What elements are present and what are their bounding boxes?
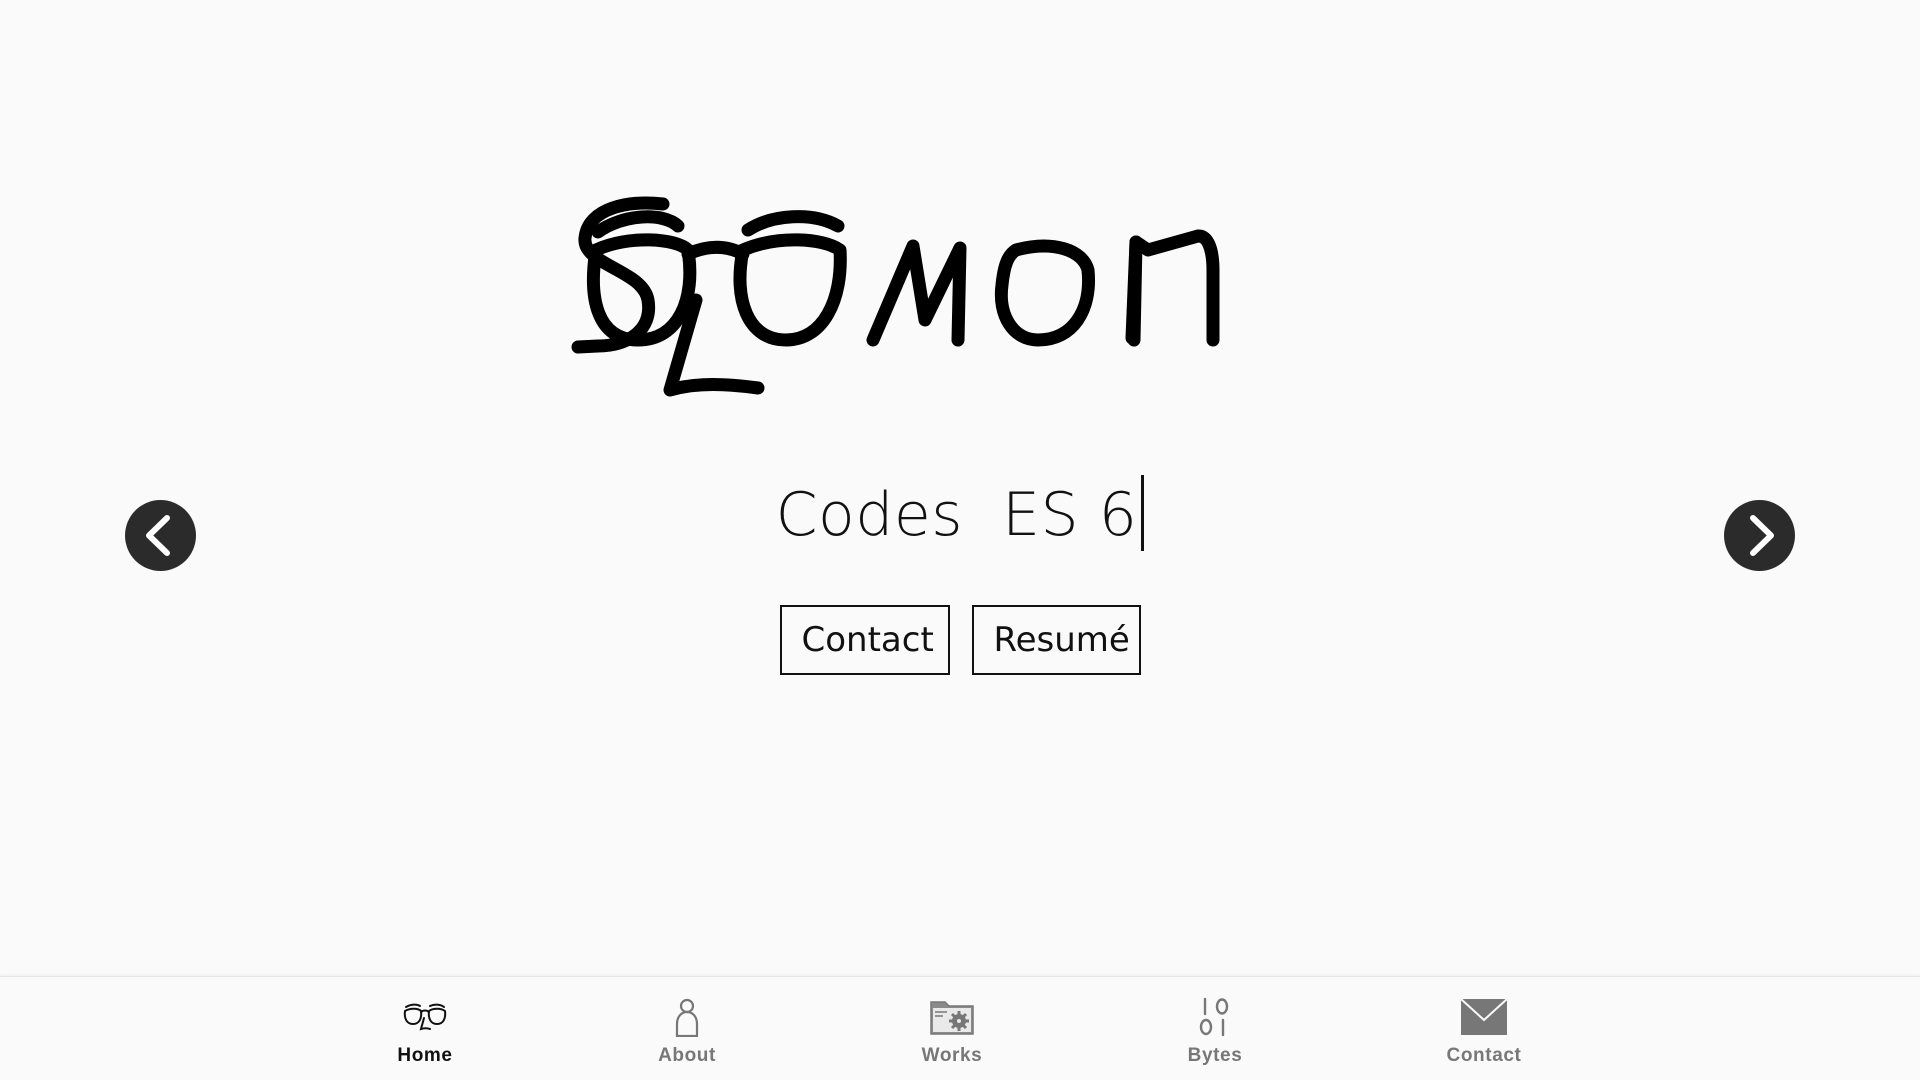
envelope-icon	[1460, 998, 1508, 1035]
nav-label-works: Works	[921, 1045, 983, 1066]
nav-label-home: Home	[397, 1045, 453, 1066]
glasses-icon	[403, 1003, 447, 1031]
bottom-navigation: Home About Works Bytes Contact	[0, 976, 1920, 1080]
page: Codes ES 6 Contact Resumé Home About Wor…	[0, 0, 1920, 1080]
typing-cursor	[1141, 474, 1145, 551]
binary-icon	[1199, 997, 1229, 1037]
nav-item-home[interactable]: Home	[355, 995, 495, 1075]
tagline-text: Codes ES 6	[775, 480, 1138, 550]
cta-group: Contact Resumé	[0, 605, 1920, 675]
resume-button[interactable]: Resumé	[971, 605, 1141, 675]
nav-item-bytes[interactable]: Bytes	[1145, 995, 1285, 1075]
person-icon	[675, 998, 699, 1037]
solomon-logo	[568, 190, 1358, 415]
nav-item-contact[interactable]: Contact	[1414, 995, 1554, 1075]
nav-item-works[interactable]: Works	[882, 995, 1022, 1075]
nav-item-about[interactable]: About	[617, 995, 757, 1075]
nav-label-about: About	[658, 1045, 716, 1066]
contact-button[interactable]: Contact	[779, 605, 950, 675]
nav-label-bytes: Bytes	[1187, 1045, 1243, 1066]
folder-gear-icon	[930, 1001, 974, 1035]
nav-label-contact: Contact	[1446, 1045, 1522, 1066]
hero-tagline: Codes ES 6	[0, 473, 1920, 557]
